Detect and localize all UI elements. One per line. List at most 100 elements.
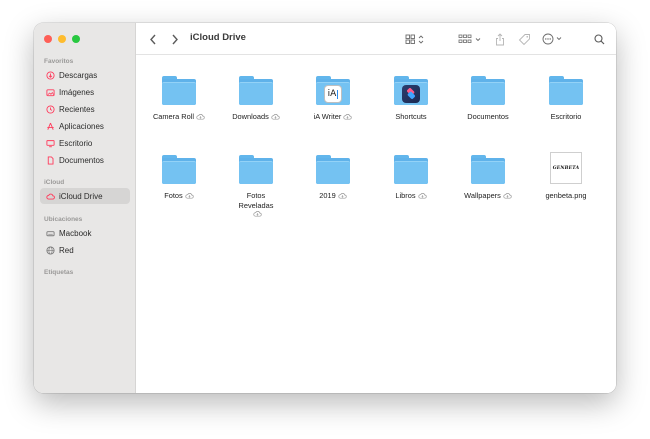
sidebar-item-documentos[interactable]: Documentos xyxy=(40,152,130,168)
file-name: Downloads xyxy=(232,112,280,122)
file-item[interactable]: Wallpapers xyxy=(451,152,525,201)
file-item[interactable]: Documentos xyxy=(451,73,525,122)
file-name-text: Escritorio xyxy=(550,112,582,121)
close-button[interactable] xyxy=(44,35,52,43)
file-name-text: Wallpapers xyxy=(464,191,501,200)
sidebar-item-recientes[interactable]: Recientes xyxy=(40,101,130,117)
tag-button[interactable] xyxy=(517,31,531,47)
folder-icon xyxy=(469,73,507,107)
sidebar-item-red[interactable]: Red xyxy=(40,242,130,258)
cloud-download-icon[interactable] xyxy=(503,192,512,199)
minimize-button[interactable] xyxy=(58,35,66,43)
sidebar-item-imagenes[interactable]: Imágenes xyxy=(40,84,130,100)
cloud-download-icon[interactable] xyxy=(343,113,352,120)
sidebar-item-label: Imágenes xyxy=(59,87,95,97)
app-folder-icon xyxy=(392,73,430,107)
share-button[interactable] xyxy=(494,31,506,47)
file-name-text: iA Writer xyxy=(313,112,342,121)
window-title: iCloud Drive xyxy=(190,32,246,43)
file-item[interactable]: Fotos Reveladas xyxy=(219,152,293,217)
ia-writer-icon: iA xyxy=(324,85,342,103)
file-name: Camera Roll xyxy=(153,112,205,122)
share-icon xyxy=(496,32,504,45)
file-name-text: Shortcuts xyxy=(395,112,427,121)
apps-icon xyxy=(45,121,55,131)
sidebar-item-label: iCloud Drive xyxy=(59,191,103,201)
file-name-text: Fotos xyxy=(164,191,183,200)
chevron-left-icon xyxy=(150,34,156,44)
file-name: 2019 xyxy=(319,191,347,201)
folder-icon xyxy=(547,73,585,107)
folder-icon xyxy=(237,73,275,107)
back-button[interactable] xyxy=(146,31,160,47)
image-thumbnail-icon: GENBETA xyxy=(547,152,585,186)
file-name: Fotos Reveladas xyxy=(231,191,281,217)
sidebar-section-etiquetas: Etiquetas xyxy=(44,269,74,276)
cloud-download-icon[interactable] xyxy=(185,192,194,199)
main-area: iCloud Drive Camera Roll Downloads iA iA… xyxy=(136,23,616,393)
file-name-text: genbeta.png xyxy=(545,191,587,200)
file-name-text: Documentos xyxy=(467,112,509,121)
file-item[interactable]: 2019 xyxy=(296,152,370,201)
file-item[interactable]: GENBETA genbeta.png xyxy=(529,152,603,201)
more-actions-button[interactable] xyxy=(542,31,564,47)
file-item[interactable]: Escritorio xyxy=(529,73,603,122)
thumbnail-text: GENBETA xyxy=(552,165,580,171)
sidebar-item-aplicaciones[interactable]: Aplicaciones xyxy=(40,118,130,134)
file-name: Libros xyxy=(395,191,427,201)
finder-window: Favoritos Descargas Imágenes Recientes A… xyxy=(34,23,616,393)
ellipsis-circle-icon xyxy=(542,33,562,45)
desktop-icon xyxy=(45,138,55,148)
cloud-download-icon[interactable] xyxy=(196,113,205,120)
network-icon xyxy=(45,245,55,255)
view-mode-button[interactable] xyxy=(404,31,428,47)
file-name: genbeta.png xyxy=(545,191,586,201)
zoom-button[interactable] xyxy=(72,35,80,43)
file-name: Documentos xyxy=(467,112,509,122)
file-name-text: Libros xyxy=(395,191,416,200)
sidebar: Favoritos Descargas Imágenes Recientes A… xyxy=(34,23,136,393)
file-name-text: Downloads xyxy=(232,112,269,121)
file-name: Shortcuts xyxy=(395,112,426,122)
folder-icon xyxy=(160,152,198,186)
file-item[interactable]: Downloads xyxy=(219,73,293,122)
cloud-download-icon[interactable] xyxy=(338,192,347,199)
forward-button[interactable] xyxy=(168,31,182,47)
sidebar-item-label: Documentos xyxy=(59,155,104,165)
toolbar: iCloud Drive xyxy=(136,23,616,55)
search-button[interactable] xyxy=(592,31,606,47)
cloud-download-icon[interactable] xyxy=(417,192,427,199)
sidebar-item-escritorio[interactable]: Escritorio xyxy=(40,135,130,151)
file-name: Escritorio xyxy=(551,112,582,122)
sidebar-item-descargas[interactable]: Descargas xyxy=(40,67,130,83)
group-grid-icon xyxy=(458,34,481,43)
cloud-icon xyxy=(45,191,55,201)
file-item[interactable]: iA iA Writer xyxy=(296,73,370,122)
file-item[interactable]: Shortcuts xyxy=(374,73,448,122)
file-name-text: 2019 xyxy=(319,191,336,200)
chevron-right-icon xyxy=(172,34,178,44)
folder-icon xyxy=(392,152,430,186)
sidebar-item-icloud-drive[interactable]: iCloud Drive xyxy=(40,188,130,204)
folder-icon xyxy=(237,152,275,186)
file-grid: Camera Roll Downloads iA iA Writer Shortcuts… xyxy=(136,55,616,393)
group-by-button[interactable] xyxy=(458,31,484,47)
sidebar-item-macbook[interactable]: Macbook xyxy=(40,225,130,241)
sidebar-section-favoritos: Favoritos xyxy=(44,58,74,65)
document-icon xyxy=(45,155,55,165)
app-folder-icon: iA xyxy=(314,73,352,107)
search-icon xyxy=(593,33,604,44)
drive-icon xyxy=(45,228,55,238)
file-name: iA Writer xyxy=(314,112,353,122)
file-name-text: Camera Roll xyxy=(152,112,195,121)
sidebar-item-label: Red xyxy=(59,245,74,255)
cloud-download-icon[interactable] xyxy=(271,113,280,120)
file-item[interactable]: Fotos xyxy=(142,152,216,201)
file-item[interactable]: Camera Roll xyxy=(142,73,216,122)
download-icon xyxy=(45,70,55,80)
sidebar-section-ubicaciones: Ubicaciones xyxy=(44,216,83,223)
clock-icon xyxy=(45,104,55,114)
cloud-download-icon[interactable] xyxy=(252,210,262,217)
sidebar-item-label: Descargas xyxy=(59,70,98,80)
file-item[interactable]: Libros xyxy=(374,152,448,201)
